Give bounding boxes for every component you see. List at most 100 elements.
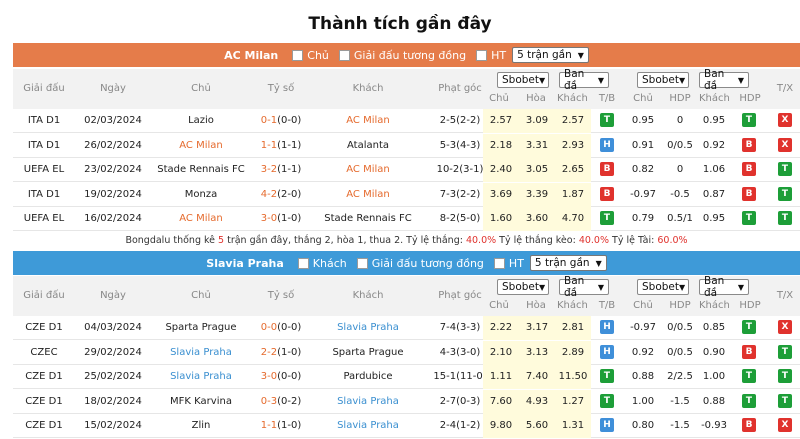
cell-odds-home: 2.57 [483, 109, 519, 133]
cell-ah-result: T [733, 109, 765, 133]
score-ft[interactable]: 2-2 [261, 347, 277, 358]
col-tb: T/B [598, 300, 616, 311]
table-row[interactable]: UEFA EL 16/02/2024 AC Milan 3-0(1-0) Stade R… [13, 207, 800, 231]
cell-home[interactable]: AC Milan [151, 207, 251, 231]
cell-away[interactable]: Atalanta [311, 134, 425, 158]
col-tb: T/B [598, 93, 616, 104]
cell-home[interactable]: AC Milan [151, 134, 251, 158]
odds-provider-select[interactable]: Sbobet ▼ [497, 72, 549, 88]
cell-score[interactable]: 1-1(1-1) [251, 134, 311, 158]
col-away: Khách [352, 83, 384, 94]
cell-score[interactable]: 1-1(1-0) [251, 414, 311, 438]
filter-same-league[interactable]: Giải đấu tương đồng [335, 49, 466, 62]
score-ft[interactable]: 3-2 [261, 164, 277, 175]
col-ah-home: Chủ [633, 300, 653, 311]
cell-home[interactable]: MFK Karvina [151, 390, 251, 414]
cell-odds-draw: 3.05 [519, 158, 555, 182]
cell-away[interactable]: Slavia Praha [311, 414, 425, 438]
table-row[interactable]: CZE D1 25/02/2024 Slavia Praha 3-0(0-0) Pard… [13, 365, 800, 389]
table-row[interactable]: ITA D1 19/02/2024 Monza 4-2(2-0) AC Milan 7-3… [13, 182, 800, 207]
cell-score[interactable]: 3-2(1-1) [251, 158, 311, 182]
cell-away[interactable]: AC Milan [311, 158, 425, 182]
filter-home[interactable]: Chủ [288, 49, 329, 62]
cell-odds-draw: 3.60 [519, 207, 555, 231]
ah-time-select[interactable]: Ban đầ ▼ [699, 68, 749, 92]
cell-date: 23/02/2024 [84, 164, 142, 175]
col-ah-away: Khách [699, 93, 730, 104]
score-ft[interactable]: 1-1 [261, 140, 277, 151]
score-ft[interactable]: 0-0 [261, 322, 277, 333]
score-ht: (0-0) [277, 115, 302, 126]
checkbox[interactable] [297, 257, 309, 269]
table-row[interactable]: UEFA EL 23/02/2024 Stade Rennais FC 3-2(1-1… [13, 158, 800, 182]
odds-time-select[interactable]: Ban đầ ▼ [559, 68, 609, 92]
cell-tb: T [591, 109, 623, 133]
result-badge: T [778, 369, 792, 383]
score-ft[interactable]: 1-1 [261, 420, 277, 431]
cell-score[interactable]: 0-3(0-2) [251, 390, 311, 414]
cell-odds-home: 3.69 [483, 182, 519, 207]
cell-odds-away: 2.93 [555, 133, 591, 158]
cell-away[interactable]: Sparta Prague [311, 341, 425, 365]
filter-away[interactable]: Khách [294, 257, 347, 270]
cell-score[interactable]: 2-2(1-0) [251, 341, 311, 365]
score-ft[interactable]: 0-3 [261, 396, 277, 407]
cell-score[interactable]: 0-0(0-0) [251, 316, 311, 340]
cell-home[interactable]: Lazio [151, 109, 251, 133]
cell-league: UEFA EL [23, 213, 65, 224]
ah-provider-select[interactable]: Sbobet ▼ [637, 72, 689, 88]
match-range-select[interactable]: 5 trận gần ▼ [512, 47, 589, 63]
col-ah-hdp: HDP [669, 300, 691, 311]
odds-provider-select[interactable]: Sbobet ▼ [497, 279, 549, 295]
col-odds-draw: Hòa [526, 300, 546, 311]
cell-tx: T [770, 365, 800, 389]
filter-ht[interactable]: HT [490, 257, 524, 270]
cell-home[interactable]: Slavia Praha [151, 365, 251, 389]
table-row[interactable]: CZEC 29/02/2024 Slavia Praha 2-2(1-0) Sparta… [13, 340, 800, 365]
table-row[interactable]: CZE D1 04/03/2024 Sparta Prague 0-0(0-0) Sla… [13, 316, 800, 340]
table-row[interactable]: ITA D1 26/02/2024 AC Milan 1-1(1-1) Atalanta… [13, 133, 800, 158]
result-badge: T [778, 162, 792, 176]
cell-odds-home: 1.11 [483, 365, 519, 389]
cell-score[interactable]: 0-1(0-0) [251, 109, 311, 133]
score-ft[interactable]: 0-1 [261, 115, 277, 126]
cell-home[interactable]: Zlin [151, 414, 251, 438]
cell-ah-result: B [733, 414, 765, 438]
cell-away[interactable]: Slavia Praha [311, 390, 425, 414]
cell-away[interactable]: AC Milan [311, 183, 425, 207]
cell-home[interactable]: Slavia Praha [151, 341, 251, 365]
score-ft[interactable]: 4-2 [261, 189, 277, 200]
checkbox[interactable] [493, 257, 505, 269]
score-ft[interactable]: 3-0 [261, 371, 277, 382]
cell-away[interactable]: AC Milan [311, 109, 425, 133]
filter-same-league[interactable]: Giải đấu tương đồng [353, 257, 484, 270]
cell-away[interactable]: Slavia Praha [311, 316, 425, 340]
checkbox[interactable] [338, 49, 350, 61]
match-range-select[interactable]: 5 trận gần ▼ [529, 255, 607, 271]
checkbox[interactable] [476, 49, 488, 61]
chevron-down-icon: ▼ [679, 282, 686, 292]
score-ft[interactable]: 3-0 [261, 213, 277, 224]
ah-provider-select[interactable]: Sbobet ▼ [637, 279, 689, 295]
ah-time-select[interactable]: Ban đầ ▼ [699, 275, 749, 299]
cell-away[interactable]: Stade Rennais FC [311, 207, 425, 231]
cell-odds-away: 2.89 [555, 340, 591, 365]
cell-ah-away: 1.06 [702, 164, 726, 175]
checkbox[interactable] [292, 49, 304, 61]
cell-away[interactable]: Pardubice [311, 365, 425, 389]
odds-time-select[interactable]: Ban đầ ▼ [559, 275, 609, 299]
cell-score[interactable]: 3-0(0-0) [251, 365, 311, 389]
cell-league: CZE D1 [25, 322, 63, 333]
checkbox[interactable] [356, 257, 368, 269]
cell-home[interactable]: Stade Rennais FC [151, 158, 251, 182]
table-row[interactable]: CZE D1 18/02/2024 MFK Karvina 0-3(0-2) Slavi… [13, 389, 800, 414]
score-ht: (1-1) [277, 164, 302, 175]
score-ht: (1-0) [277, 213, 302, 224]
cell-score[interactable]: 4-2(2-0) [251, 183, 311, 207]
filter-ht[interactable]: HT [472, 49, 506, 62]
cell-home[interactable]: Monza [151, 183, 251, 207]
table-row[interactable]: CZE D1 15/02/2024 Zlin 1-1(1-0) Slavia Praha… [13, 414, 800, 438]
cell-score[interactable]: 3-0(1-0) [251, 207, 311, 231]
cell-home[interactable]: Sparta Prague [151, 316, 251, 340]
table-row[interactable]: ITA D1 02/03/2024 Lazio 0-1(0-0) AC Milan 2-5… [13, 109, 800, 133]
